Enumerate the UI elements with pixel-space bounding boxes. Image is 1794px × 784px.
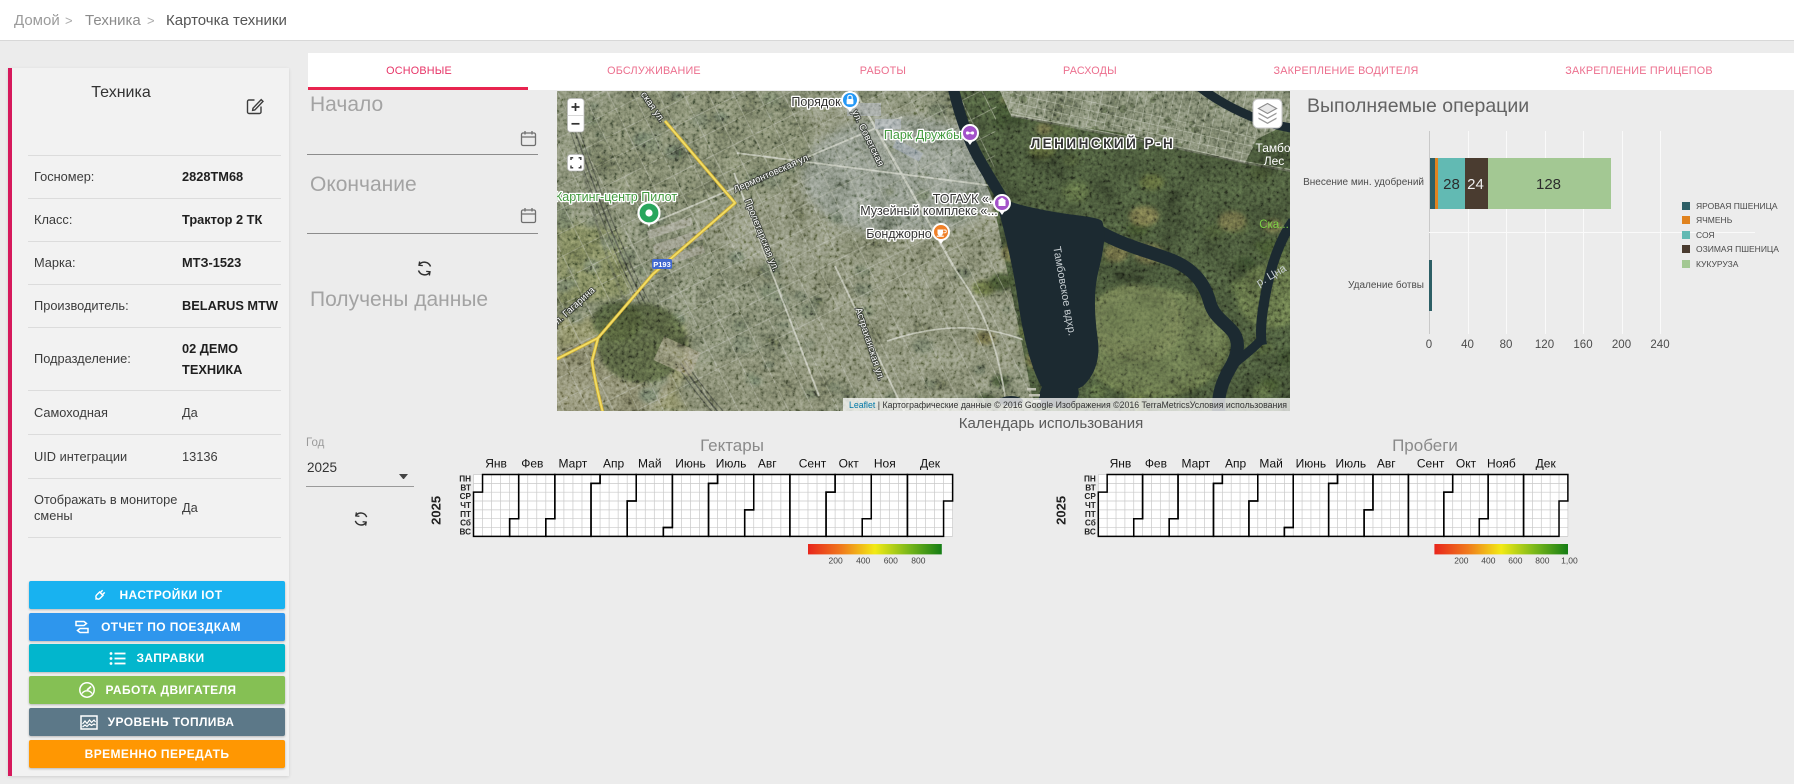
svg-text:1,00: 1,00: [1561, 556, 1578, 566]
svg-text:Дек: Дек: [1536, 457, 1557, 471]
svg-text:СР: СР: [460, 492, 472, 501]
svg-text:Сент: Сент: [799, 457, 827, 471]
svg-text:Leaflet | Картографические дан: Leaflet | Картографические данные © 2016…: [849, 400, 1287, 411]
svg-text:ЛЕНИНСКИЙ Р-Н: ЛЕНИНСКИЙ Р-Н: [1031, 136, 1176, 151]
svg-text:Фев: Фев: [1145, 457, 1167, 471]
svg-text:Сб: Сб: [1085, 518, 1096, 528]
svg-text:Июль: Июль: [716, 457, 747, 471]
svg-text:Март: Март: [559, 457, 588, 471]
svg-text:400: 400: [856, 556, 870, 566]
svg-text:ВТ: ВТ: [460, 483, 471, 492]
svg-text:ЧТ: ЧТ: [1085, 501, 1096, 510]
svg-text:ПН: ПН: [459, 475, 471, 484]
svg-text:Бонджорно: Бонджорно: [866, 227, 932, 241]
svg-text:Сент: Сент: [1417, 457, 1445, 471]
svg-text:Апр: Апр: [1225, 457, 1247, 471]
svg-text:Сб: Сб: [460, 518, 471, 528]
svg-text:Авг: Авг: [758, 457, 777, 471]
svg-text:Фев: Фев: [521, 457, 543, 471]
svg-text:Ска...: Ска...: [1259, 219, 1289, 231]
svg-text:ПТ: ПТ: [1085, 510, 1096, 519]
svg-text:Апр: Апр: [603, 457, 625, 471]
svg-text:Окт: Окт: [1456, 457, 1477, 471]
svg-text:400: 400: [1481, 556, 1495, 566]
svg-text:800: 800: [911, 556, 925, 566]
svg-text:ПТ: ПТ: [460, 510, 471, 519]
svg-text:Авг: Авг: [1377, 457, 1396, 471]
svg-text:Янв: Янв: [485, 457, 507, 471]
svg-text:Музейный комплекс «...: Музейный комплекс «...: [860, 204, 998, 218]
svg-text:Дек: Дек: [920, 457, 941, 471]
svg-text:2025: 2025: [430, 496, 444, 525]
svg-text:Р193: Р193: [653, 260, 671, 269]
svg-text:Нояб: Нояб: [1487, 457, 1516, 471]
svg-text:Март: Март: [1181, 457, 1210, 471]
svg-text:Июнь: Июнь: [1296, 457, 1327, 471]
svg-text:600: 600: [1508, 556, 1522, 566]
svg-text:Янв: Янв: [1110, 457, 1132, 471]
svg-text:Порядок: Порядок: [791, 95, 841, 109]
svg-text:Май: Май: [1259, 457, 1283, 471]
svg-text:Май: Май: [638, 457, 662, 471]
svg-text:ЧТ: ЧТ: [460, 501, 471, 510]
svg-text:600: 600: [884, 556, 898, 566]
svg-text:Ноя: Ноя: [874, 457, 896, 471]
svg-text:Парк Дружбы: Парк Дружбы: [884, 128, 962, 142]
svg-text:ВС: ВС: [459, 528, 471, 537]
svg-text:ВТ: ВТ: [1085, 483, 1096, 492]
svg-text:800: 800: [1535, 556, 1549, 566]
svg-text:ПН: ПН: [1084, 475, 1096, 484]
svg-text:Тамбо: Тамбо: [1255, 141, 1290, 155]
svg-text:200: 200: [829, 556, 843, 566]
svg-text:Окт: Окт: [839, 457, 860, 471]
svg-text:Июль: Июль: [1335, 457, 1366, 471]
svg-text:2025: 2025: [1055, 496, 1069, 525]
svg-text:Лес: Лес: [1264, 154, 1285, 168]
svg-text:Картинг-центр Пилот: Картинг-центр Пилот: [557, 190, 677, 204]
svg-text:ВС: ВС: [1084, 528, 1096, 537]
svg-text:200: 200: [1454, 556, 1468, 566]
svg-text:СР: СР: [1084, 492, 1096, 501]
svg-text:Июнь: Июнь: [675, 457, 706, 471]
